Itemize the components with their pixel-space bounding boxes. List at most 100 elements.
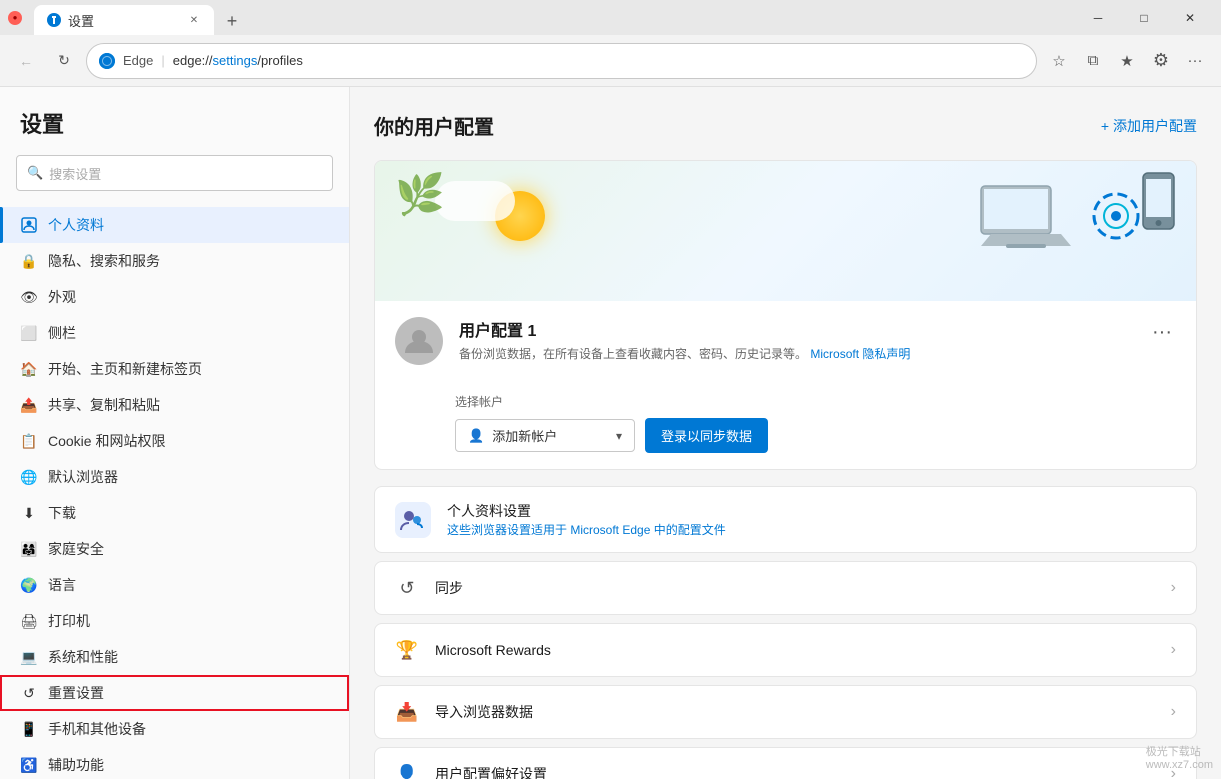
nav-icon-sidebar: ⬜ (20, 324, 38, 342)
maximize-button[interactable]: □ (1121, 0, 1167, 35)
add-account-icon: 👤 (468, 428, 484, 444)
rewards-title: Microsoft Rewards (435, 642, 1155, 658)
import-row[interactable]: 📥 导入浏览器数据 › (374, 685, 1197, 739)
nav-icon-accessibility: ♿ (20, 756, 38, 774)
search-settings-box[interactable]: 🔍 搜索设置 (16, 155, 333, 191)
profile-more-button[interactable]: ··· (1148, 317, 1176, 348)
nav-label-appearance: 外观 (48, 287, 76, 307)
address-separator: | (161, 53, 164, 68)
nav-item-share[interactable]: 📤 共享、复制和粘贴 (0, 387, 349, 423)
nav-item-mobile[interactable]: 📱 手机和其他设备 (0, 711, 349, 747)
privacy-link[interactable]: Microsoft 隐私声明 (810, 347, 910, 361)
collections-button[interactable]: ★ (1111, 45, 1143, 77)
rewards-icon: 🏆 (395, 638, 419, 662)
nav-icon-download: ⬇ (20, 504, 38, 522)
close-icon: ✕ (1185, 11, 1195, 25)
nav-item-privacy[interactable]: 🔒 隐私、搜索和服务 (0, 243, 349, 279)
nav-item-download[interactable]: ⬇ 下载 (0, 495, 349, 531)
settings-tab[interactable]: 设置 ✕ (34, 5, 214, 35)
account-row: 👤 添加新帐户 ▾ 登录以同步数据 (455, 418, 1176, 453)
tab-close-button[interactable]: ✕ (186, 12, 202, 28)
nav-label-printer: 打印机 (48, 611, 90, 631)
refresh-button[interactable]: ↻ (48, 45, 80, 77)
banner-image: 🌿 (375, 161, 1196, 301)
rewards-row[interactable]: 🏆 Microsoft Rewards › (374, 623, 1197, 677)
more-button[interactable]: ··· (1179, 45, 1211, 77)
favorites-icon-button[interactable]: ☆ (1043, 45, 1075, 77)
profile-banner-card: 🌿 (374, 160, 1197, 470)
profile-button[interactable]: ⚙ (1145, 45, 1177, 77)
close-button[interactable]: ✕ (1167, 0, 1213, 35)
nav-icon-cookies: 📋 (20, 432, 38, 450)
tab-bar: 设置 ✕ + (30, 0, 1067, 35)
sync-data-button[interactable]: 登录以同步数据 (645, 418, 768, 453)
nav-item-sidebar[interactable]: ⬜ 侧栏 (0, 315, 349, 351)
split-screen-button[interactable]: ⧉ (1077, 45, 1109, 77)
nav-icon-share: 📤 (20, 396, 38, 414)
sync-deco (1086, 186, 1146, 249)
back-button[interactable]: ← (10, 45, 42, 77)
address-bar-row: ← ↻ Edge | edge://settings/profiles ☆ ⧉ … (0, 35, 1221, 87)
profile-desc: 备份浏览数据，在所有设备上查看收藏内容、密码、历史记录等。 Microsoft … (459, 345, 1132, 363)
nav-item-startup[interactable]: 🏠 开始、主页和新建标签页 (0, 351, 349, 387)
nav-label-mobile: 手机和其他设备 (48, 719, 146, 739)
search-placeholder: 搜索设置 (49, 164, 101, 183)
add-profile-button[interactable]: + 添加用户配置 (1101, 116, 1197, 136)
nav-item-language[interactable]: 🌍 语言 (0, 567, 349, 603)
new-tab-button[interactable]: + (218, 7, 246, 35)
tab-close-icon: ✕ (190, 15, 198, 26)
account-dropdown[interactable]: 👤 添加新帐户 ▾ (455, 419, 635, 452)
nav-label-language: 语言 (48, 575, 76, 595)
main-layout: 设置 🔍 搜索设置 个人资料 🔒 隐私、搜索和服务 👁 外观 ⬜ 侧栏 🏠 开始… (0, 87, 1221, 779)
nav-label-privacy: 隐私、搜索和服务 (48, 251, 160, 271)
sync-icon: ↺ (395, 576, 419, 600)
add-profile-label: + 添加用户配置 (1101, 116, 1197, 136)
nav-item-reset[interactable]: ↺ 重置设置 (0, 675, 349, 711)
account-select-row: 选择帐户 👤 添加新帐户 ▾ 登录以同步数据 (375, 381, 1196, 469)
preferences-row[interactable]: 👤 用户配置偏好设置 › (374, 747, 1197, 779)
nav-label-share: 共享、复制和粘贴 (48, 395, 160, 415)
traffic-light[interactable]: ● (8, 11, 22, 25)
nav-icon-reset: ↺ (20, 684, 38, 702)
profile-info: 用户配置 1 备份浏览数据，在所有设备上查看收藏内容、密码、历史记录等。 Mic… (375, 301, 1196, 381)
nav-item-profile[interactable]: 个人资料 (0, 207, 349, 243)
nav-icon-profile (20, 216, 38, 234)
nav-item-browser[interactable]: 🌐 默认浏览器 (0, 459, 349, 495)
nav-item-accessibility[interactable]: ♿ 辅助功能 (0, 747, 349, 779)
profile-settings-item[interactable]: 个人资料设置 这些浏览器设置适用于 Microsoft Edge 中的配置文件 (375, 487, 1196, 552)
sync-row[interactable]: ↺ 同步 › (374, 561, 1197, 615)
nav-icon-printer: 🖨 (20, 612, 38, 630)
edge-label: Edge (123, 53, 153, 68)
sync-title: 同步 (435, 578, 1155, 598)
nav-item-appearance[interactable]: 👁 外观 (0, 279, 349, 315)
refresh-icon: ↻ (58, 52, 70, 69)
add-account-label: 添加新帐户 (492, 426, 557, 445)
nav-item-cookies[interactable]: 📋 Cookie 和网站权限 (0, 423, 349, 459)
new-tab-icon: + (227, 11, 238, 32)
sync-chevron-icon: › (1171, 579, 1176, 597)
watermark-url: www.xz7.com (1146, 759, 1213, 771)
nav-icon-browser: 🌐 (20, 468, 38, 486)
nav-icon-family: 👨‍👩‍👧 (20, 540, 38, 558)
tab-icon (46, 12, 62, 28)
nav-icon-language: 🌍 (20, 576, 38, 594)
profile-settings-card: 个人资料设置 这些浏览器设置适用于 Microsoft Edge 中的配置文件 (374, 486, 1197, 553)
watermark: 极光下载站 www.xz7.com (1146, 743, 1213, 771)
sidebar: 设置 🔍 搜索设置 个人资料 🔒 隐私、搜索和服务 👁 外观 ⬜ 侧栏 🏠 开始… (0, 87, 350, 779)
content-title: 你的用户配置 (374, 111, 494, 140)
nav-item-family[interactable]: 👨‍👩‍👧 家庭安全 (0, 531, 349, 567)
cloud-deco (435, 181, 515, 221)
nav-item-printer[interactable]: 🖨 打印机 (0, 603, 349, 639)
profile-text: 用户配置 1 备份浏览数据，在所有设备上查看收藏内容、密码、历史记录等。 Mic… (459, 317, 1132, 363)
import-title: 导入浏览器数据 (435, 702, 1155, 722)
address-bar[interactable]: Edge | edge://settings/profiles (86, 43, 1037, 79)
minimize-icon: ─ (1094, 11, 1103, 25)
minimize-button[interactable]: ─ (1075, 0, 1121, 35)
dropdown-chevron-icon: ▾ (616, 429, 622, 443)
nav-label-system: 系统和性能 (48, 647, 118, 667)
nav-item-system[interactable]: 💻 系统和性能 (0, 639, 349, 675)
nav-label-download: 下载 (48, 503, 76, 523)
phone-deco (1141, 171, 1176, 234)
titlebar: ● 设置 ✕ + ─ □ ✕ (0, 0, 1221, 35)
account-label: 选择帐户 (455, 393, 1176, 410)
